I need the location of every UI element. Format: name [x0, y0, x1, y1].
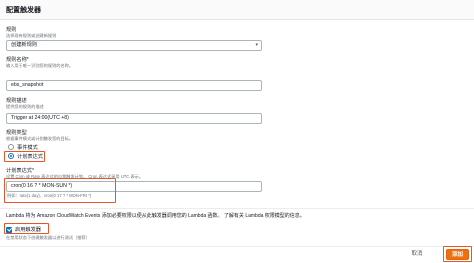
- panel-header: 配置触发器: [0, 0, 474, 20]
- radio-event-pattern[interactable]: 事件模式: [8, 143, 38, 151]
- highlight-box-enable: [4, 223, 49, 234]
- rule-desc-input[interactable]: Trigger at 24:00(UTC +8): [6, 113, 262, 124]
- rule-name-input[interactable]: ebs_snapshot: [6, 80, 262, 91]
- cancel-button[interactable]: 取消: [404, 249, 430, 260]
- rule-select[interactable]: 创建新规则 ▾: [6, 40, 262, 51]
- radio-icon: [8, 144, 14, 150]
- divider: [0, 208, 474, 209]
- rule-name-value: ebs_snapshot: [11, 82, 44, 88]
- highlight-box-rule-type: [4, 151, 45, 162]
- radio-event-pattern-label: 事件模式: [17, 144, 38, 151]
- page-title: 配置触发器: [6, 7, 41, 14]
- highlight-box-schedule: [4, 178, 116, 203]
- rule-select-value: 创建新规则: [11, 42, 37, 48]
- rule-type-hint: 根据事件模式或计划触发您的目标。: [6, 136, 74, 141]
- enable-trigger-hint: 在禁用状态下创建触发器以进行测试（推荐）: [6, 235, 90, 240]
- chevron-down-icon: ▾: [255, 42, 258, 48]
- lambda-permission-note: Lambda 将为 Amazon CloudWatch Events 添加必要权…: [6, 213, 305, 219]
- highlight-box-add: [443, 246, 472, 262]
- rule-desc-hint: 提供您的规则的描述: [6, 104, 44, 109]
- rule-name-hint: 输入用于唯一识别您的规则的名称。: [6, 63, 74, 68]
- footer-divider: [0, 246, 474, 247]
- rule-desc-value: Trigger at 24:00(UTC +8): [11, 115, 69, 121]
- rule-hint: 选择现有规则或创建新规则: [6, 33, 57, 38]
